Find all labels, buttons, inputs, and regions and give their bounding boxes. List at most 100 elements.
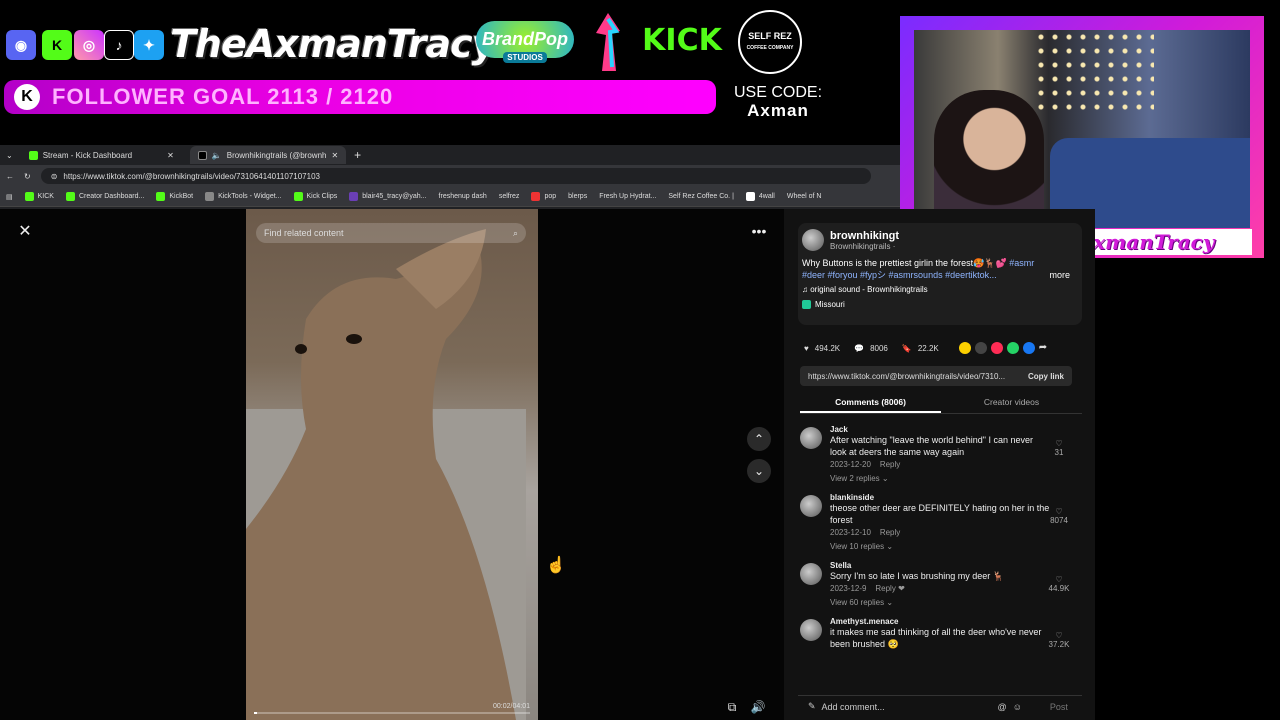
- comment-item: blankinside theose other deer are DEFINI…: [798, 493, 1084, 551]
- bookmark-item[interactable]: Self Rez Coffee Co. |: [668, 193, 734, 200]
- selfrez-logo: SELF REZ COFFEE COMPANY: [738, 10, 802, 74]
- tab-creator-videos[interactable]: Creator videos: [941, 394, 1082, 413]
- commenter-name[interactable]: blankinside: [830, 493, 1084, 502]
- video-frame[interactable]: Find related content ⌕ 00:02/04:01: [246, 209, 538, 720]
- bookmark-item[interactable]: Fresh Up Hydrat...: [599, 193, 656, 200]
- bookmark-item[interactable]: KICK: [24, 192, 54, 201]
- send-icon[interactable]: [990, 342, 1003, 354]
- commenter-avatar[interactable]: [800, 427, 822, 449]
- close-tab-icon[interactable]: ✕: [331, 151, 338, 160]
- find-related-search[interactable]: Find related content ⌕: [256, 223, 526, 243]
- floating-player-icon[interactable]: ⧉: [720, 695, 744, 719]
- author-avatar[interactable]: [802, 229, 824, 251]
- bookmark-icon[interactable]: 🔖: [902, 344, 912, 353]
- selfrez-logo-subtext: COFFEE COMPANY: [746, 45, 794, 51]
- comment-like-icon[interactable]: ♡: [1044, 507, 1074, 516]
- post-info-card: brownhikingt Brownhikingtrails · Why But…: [798, 223, 1082, 325]
- search-icon[interactable]: ⌕: [513, 228, 518, 239]
- commenter-name[interactable]: Amethyst.menace: [830, 617, 1084, 626]
- stream-overlay-banner: ◉ K ◎ ♪ ✦ TheAxmanTracy BrandPop STUDIOS…: [0, 0, 900, 145]
- comment-date: 2023-12-20: [830, 460, 871, 469]
- view-replies-button[interactable]: View 2 replies: [830, 474, 880, 483]
- bookmark-item[interactable]: Creator Dashboard...: [65, 192, 144, 201]
- discord-icon: ◉: [6, 30, 36, 60]
- video-progress-fill: [254, 712, 257, 714]
- view-replies-button[interactable]: View 10 replies: [830, 542, 884, 551]
- comment-text: After watching "leave the world behind" …: [830, 435, 1034, 457]
- bookmark-item[interactable]: KickBot: [156, 192, 193, 201]
- post-comment-button[interactable]: Post: [1050, 702, 1068, 712]
- follower-goal-text: FOLLOWER GOAL 2113 / 2120: [52, 84, 394, 109]
- sound-name: original sound - Brownhikingtrails: [810, 285, 928, 294]
- add-comment-input[interactable]: Add comment...: [822, 702, 992, 712]
- twitter-icon: ✦: [134, 30, 164, 60]
- next-video-icon[interactable]: ⌄: [747, 459, 771, 483]
- mention-icon[interactable]: @: [998, 702, 1007, 712]
- url-bar[interactable]: ⊜ https://www.tiktok.com/@brownhikingtra…: [40, 168, 871, 184]
- commenter-avatar[interactable]: [800, 619, 822, 641]
- more-button[interactable]: more: [1049, 269, 1070, 281]
- bookmark-item[interactable]: freshenup dash: [439, 193, 487, 200]
- streamer: [934, 90, 1044, 228]
- commenter-avatar[interactable]: [800, 495, 822, 517]
- location-row[interactable]: Missouri: [802, 300, 1078, 309]
- comment-icon[interactable]: 💬: [854, 344, 864, 353]
- webcam-video: [914, 30, 1250, 228]
- commenter-name[interactable]: Jack: [830, 425, 1084, 434]
- close-icon[interactable]: ✕: [13, 219, 37, 243]
- tab-kick-dashboard[interactable]: Stream - Kick Dashboard ✕: [21, 146, 182, 164]
- bookmark-item[interactable]: blair45_tracy@yah...: [349, 192, 427, 201]
- bookmark-item[interactable]: pop: [531, 192, 556, 201]
- address-row: ← ↻ ⊜ https://www.tiktok.com/@brownhikin…: [0, 165, 900, 187]
- reload-icon[interactable]: ↻: [24, 172, 31, 181]
- bookmark-item[interactable]: Kick Clips: [293, 192, 337, 201]
- brandpop-logo-subtext: STUDIOS: [503, 52, 547, 63]
- facebook-icon[interactable]: [1022, 342, 1035, 354]
- whatsapp-icon[interactable]: [1006, 342, 1019, 354]
- reply-button[interactable]: Reply: [875, 584, 895, 593]
- video-progress-bar[interactable]: [254, 712, 530, 714]
- bookmark-item[interactable]: 4wall: [745, 192, 775, 201]
- stream-brand-name: TheAxmanTracy: [170, 22, 496, 66]
- comment-like-icon[interactable]: ♡: [1044, 631, 1074, 640]
- back-icon[interactable]: ←: [6, 172, 14, 181]
- share-arrow-icon[interactable]: ➦: [1039, 342, 1047, 354]
- reply-button[interactable]: Reply: [880, 528, 900, 537]
- emoji-icon[interactable]: ☺: [1013, 702, 1022, 712]
- video-player: ✕ Find related content ⌕ 00:02/04:01 •••…: [0, 209, 784, 720]
- comment-like-icon[interactable]: ♡: [1044, 575, 1074, 584]
- more-options-icon[interactable]: •••: [747, 219, 771, 243]
- engagement-row: ♥ 494.2K 💬 8006 🔖 22.2K ➦: [804, 341, 1084, 355]
- copy-link-button[interactable]: Copy link: [1028, 372, 1064, 381]
- author-username[interactable]: brownhikingt: [830, 230, 899, 242]
- reply-button[interactable]: Reply: [880, 460, 900, 469]
- bookmark-item[interactable]: KickTools - Widget...: [205, 192, 282, 201]
- tiktok-icon: ♪: [104, 30, 134, 60]
- heart-icon[interactable]: ♥: [804, 344, 809, 353]
- tab-tiktok[interactable]: 🔈 Brownhikingtrails (@brownh ✕: [189, 146, 347, 164]
- hashtag-links[interactable]: #deer #foryou #fypシ #asmrsounds #deertik…: [802, 270, 997, 280]
- coin-icon[interactable]: [958, 342, 971, 354]
- find-related-placeholder: Find related content: [264, 228, 344, 238]
- view-replies-button[interactable]: View 60 replies: [830, 598, 884, 607]
- commenter-name[interactable]: Stella: [830, 561, 1084, 570]
- tab-comments[interactable]: Comments (8006): [800, 394, 941, 413]
- comment-item: Stella Sorry I'm so late I was brushing …: [798, 561, 1084, 607]
- comment-text: theose other deer are DEFINITELY hating …: [830, 503, 1050, 525]
- commenter-avatar[interactable]: [800, 563, 822, 585]
- bookmark-item[interactable]: selfrez: [499, 193, 520, 200]
- comment-text: Sorry I'm so late I was brushing my deer…: [830, 571, 1004, 581]
- tab-list-chevron-icon[interactable]: ⌄: [6, 151, 13, 160]
- bookmark-item[interactable]: Wheel of N: [787, 193, 822, 200]
- site-info-icon[interactable]: ⊜: [51, 172, 58, 181]
- sound-row[interactable]: ♫ original sound - Brownhikingtrails: [802, 285, 1078, 294]
- apps-icon[interactable]: ▤: [6, 193, 13, 201]
- embed-icon[interactable]: [974, 342, 987, 354]
- comment-like-icon[interactable]: ♡: [1044, 439, 1074, 448]
- new-tab-icon[interactable]: +: [354, 148, 361, 162]
- hashtag-link[interactable]: #asmr: [1009, 258, 1034, 268]
- close-tab-icon[interactable]: ✕: [167, 151, 174, 160]
- previous-video-icon[interactable]: ⌃: [747, 427, 771, 451]
- volume-icon[interactable]: 🔊: [746, 695, 770, 719]
- bookmark-item[interactable]: blerps: [568, 193, 587, 200]
